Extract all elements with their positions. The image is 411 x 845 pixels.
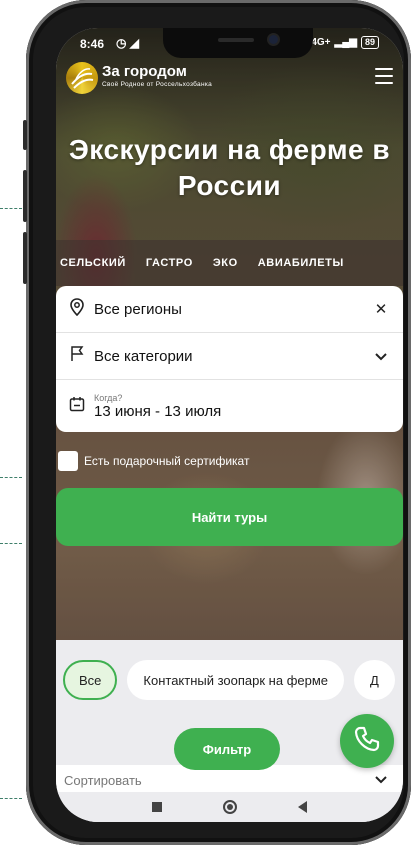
recents-icon[interactable] — [152, 802, 163, 812]
brand[interactable]: За городом Своё Родное от Россельхозбанк… — [102, 63, 212, 88]
side-button — [23, 170, 27, 222]
logo-icon[interactable] — [66, 62, 98, 94]
menu-icon[interactable] — [375, 68, 393, 84]
page-title: Экскурсии на ферме в России — [68, 134, 391, 201]
call-button[interactable] — [340, 714, 394, 768]
network-indicator: 4G+ — [311, 37, 331, 48]
battery-icon: 89 — [360, 36, 379, 49]
category-value: Все категории — [94, 347, 193, 365]
side-button — [23, 120, 27, 150]
guide-line — [0, 798, 22, 799]
find-tours-button[interactable]: Найти туры — [56, 488, 403, 546]
guide-line — [0, 208, 22, 209]
tag-chips: Все Контактный зоопарк на ферме Д — [63, 660, 395, 700]
flag-icon — [66, 346, 88, 366]
gift-certificate-checkbox[interactable] — [58, 451, 78, 471]
tab-avia[interactable]: АВИАБИЛЕТЫ — [248, 257, 354, 269]
search-card: Все регионы ✕ Все категории Когда? 13 ию… — [56, 286, 403, 432]
phone-screen: 8:46 ◷ ◢ 4G+ ▂▄▆ 89 За городом Своё Родн… — [56, 28, 403, 822]
calendar-icon — [66, 396, 88, 416]
tab-selsky[interactable]: СЕЛЬСКИЙ — [56, 257, 136, 269]
guide-line — [0, 543, 22, 544]
chip-petting-zoo[interactable]: Контактный зоопарк на ферме — [127, 660, 345, 700]
status-icons: ◷ ◢ — [116, 36, 140, 50]
date-label: Когда? — [94, 392, 123, 403]
gift-certificate-label: Есть подарочный сертификат — [84, 454, 250, 468]
gift-certificate-toggle[interactable]: Есть подарочный сертификат — [58, 451, 249, 471]
back-icon[interactable] — [297, 801, 307, 813]
camera-notch — [163, 28, 313, 58]
site-header: За городом Своё Родное от Россельхозбанк… — [56, 60, 403, 100]
chevron-down-icon — [375, 771, 387, 789]
status-time: 8:46 — [80, 37, 105, 51]
date-value: 13 июня - 13 июля — [94, 402, 222, 420]
date-field[interactable]: Когда? 13 июня - 13 июля — [56, 382, 403, 430]
category-tabs: СЕЛЬСКИЙ ГАСТРО ЭКО АВИАБИЛЕТЫ — [56, 240, 403, 286]
guide-line — [0, 477, 22, 478]
tab-eco[interactable]: ЭКО — [203, 257, 248, 269]
clear-icon[interactable]: ✕ — [373, 300, 389, 318]
android-nav-bar — [56, 792, 403, 822]
tab-gastro[interactable]: ГАСТРО — [136, 257, 203, 269]
signal-icon: ▂▄▆ — [334, 37, 357, 48]
chip-all[interactable]: Все — [63, 660, 118, 700]
side-button — [23, 232, 27, 284]
phone-icon — [352, 724, 382, 759]
camera-icon — [269, 35, 278, 44]
chevron-down-icon — [373, 348, 389, 365]
category-select[interactable]: Все категории — [56, 333, 403, 379]
filter-button[interactable]: Фильтр — [174, 728, 280, 770]
brand-name: За городом — [102, 63, 187, 80]
sort-label: Сортировать — [64, 772, 142, 788]
home-icon[interactable] — [222, 800, 237, 814]
brand-tagline: Своё Родное от Россельхозбанка — [102, 81, 213, 88]
region-field[interactable]: Все регионы ✕ — [56, 286, 403, 332]
region-value: Все регионы — [94, 300, 182, 318]
chip-more[interactable]: Д — [354, 660, 395, 700]
location-pin-icon — [66, 298, 88, 320]
